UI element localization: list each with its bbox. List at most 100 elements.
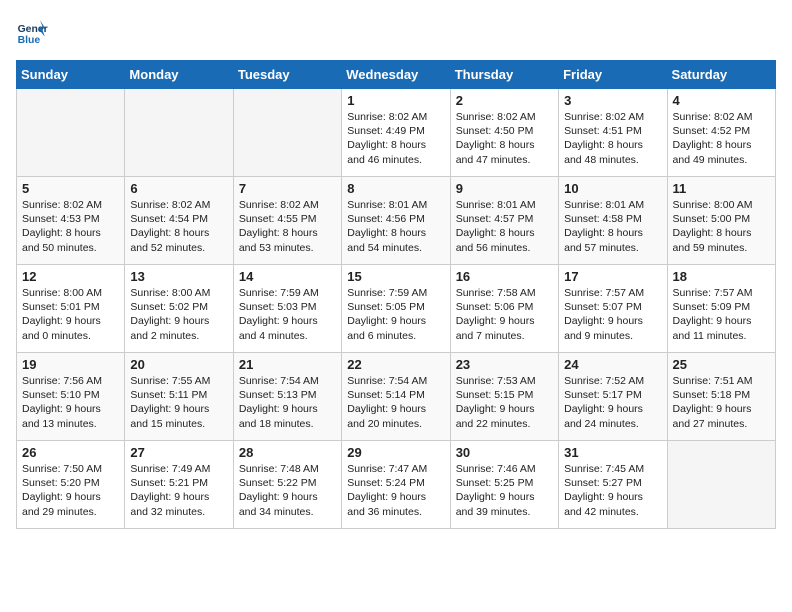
cell-info: Sunrise: 8:01 AMSunset: 4:57 PMDaylight:… <box>456 198 553 255</box>
weekday-header-tuesday: Tuesday <box>233 61 341 89</box>
calendar-cell: 27Sunrise: 7:49 AMSunset: 5:21 PMDayligh… <box>125 441 233 529</box>
cell-info: Sunrise: 7:50 AMSunset: 5:20 PMDaylight:… <box>22 462 119 519</box>
calendar-cell: 1 Sunrise: 8:02 AMSunset: 4:49 PMDaylight… <box>342 89 450 177</box>
calendar-week-row: 5 Sunrise: 8:02 AMSunset: 4:53 PMDaylight… <box>17 177 776 265</box>
calendar-table: SundayMondayTuesdayWednesdayThursdayFrid… <box>16 60 776 529</box>
calendar-cell: 24 Sunrise: 7:52 AMSunset: 5:17 PMDayligh… <box>559 353 667 441</box>
cell-info: Sunrise: 8:01 AMSunset: 4:58 PMDaylight:… <box>564 198 661 255</box>
day-number: 16 <box>456 269 553 284</box>
day-number: 12 <box>22 269 119 284</box>
calendar-cell: 19 Sunrise: 7:56 AMSunset: 5:10 PMDayligh… <box>17 353 125 441</box>
day-number: 25 <box>673 357 770 372</box>
calendar-cell: 29 Sunrise: 7:47 AMSunset: 5:24 PMDayligh… <box>342 441 450 529</box>
calendar-cell: 13 Sunrise: 8:00 AMSunset: 5:02 PMDayligh… <box>125 265 233 353</box>
cell-info: Sunrise: 8:00 AMSunset: 5:01 PMDaylight:… <box>22 286 119 343</box>
cell-info: Sunrise: 7:51 AMSunset: 5:18 PMDaylight:… <box>673 374 770 431</box>
cell-info: Sunrise: 8:02 AMSunset: 4:54 PMDaylight:… <box>130 198 227 255</box>
weekday-header-thursday: Thursday <box>450 61 558 89</box>
cell-info: Sunrise: 7:59 AMSunset: 5:05 PMDaylight:… <box>347 286 444 343</box>
calendar-cell: 20Sunrise: 7:55 AMSunset: 5:11 PMDayligh… <box>125 353 233 441</box>
day-number: 4 <box>673 93 770 108</box>
svg-text:Blue: Blue <box>18 35 41 46</box>
day-number: 3 <box>564 93 661 108</box>
calendar-cell: 15 Sunrise: 7:59 AMSunset: 5:05 PMDayligh… <box>342 265 450 353</box>
day-number: 13 <box>130 269 227 284</box>
weekday-header-row: SundayMondayTuesdayWednesdayThursdayFrid… <box>17 61 776 89</box>
logo: General Blue <box>16 16 52 48</box>
day-number: 15 <box>347 269 444 284</box>
cell-info: Sunrise: 8:02 AMSunset: 4:50 PMDaylight:… <box>456 110 553 167</box>
calendar-cell <box>667 441 775 529</box>
day-number: 11 <box>673 181 770 196</box>
calendar-cell: 5 Sunrise: 8:02 AMSunset: 4:53 PMDaylight… <box>17 177 125 265</box>
day-number: 31 <box>564 445 661 460</box>
day-number: 22 <box>347 357 444 372</box>
day-number: 2 <box>456 93 553 108</box>
cell-info: Sunrise: 7:56 AMSunset: 5:10 PMDaylight:… <box>22 374 119 431</box>
calendar-cell: 8 Sunrise: 8:01 AMSunset: 4:56 PMDaylight… <box>342 177 450 265</box>
day-number: 7 <box>239 181 336 196</box>
calendar-cell: 9 Sunrise: 8:01 AMSunset: 4:57 PMDaylight… <box>450 177 558 265</box>
calendar-cell: 18 Sunrise: 7:57 AMSunset: 5:09 PMDayligh… <box>667 265 775 353</box>
calendar-cell: 21 Sunrise: 7:54 AMSunset: 5:13 PMDayligh… <box>233 353 341 441</box>
day-number: 10 <box>564 181 661 196</box>
day-number: 6 <box>130 181 227 196</box>
day-number: 24 <box>564 357 661 372</box>
calendar-cell: 22 Sunrise: 7:54 AMSunset: 5:14 PMDayligh… <box>342 353 450 441</box>
day-number: 9 <box>456 181 553 196</box>
cell-info: Sunrise: 7:47 AMSunset: 5:24 PMDaylight:… <box>347 462 444 519</box>
calendar-cell: 10 Sunrise: 8:01 AMSunset: 4:58 PMDayligh… <box>559 177 667 265</box>
calendar-cell: 4Sunrise: 8:02 AMSunset: 4:52 PMDaylight… <box>667 89 775 177</box>
cell-info: Sunrise: 7:54 AMSunset: 5:14 PMDaylight:… <box>347 374 444 431</box>
day-number: 29 <box>347 445 444 460</box>
cell-info: Sunrise: 7:48 AMSunset: 5:22 PMDaylight:… <box>239 462 336 519</box>
day-number: 19 <box>22 357 119 372</box>
day-number: 23 <box>456 357 553 372</box>
cell-info: Sunrise: 8:00 AMSunset: 5:02 PMDaylight:… <box>130 286 227 343</box>
calendar-cell: 28 Sunrise: 7:48 AMSunset: 5:22 PMDayligh… <box>233 441 341 529</box>
calendar-week-row: 1 Sunrise: 8:02 AMSunset: 4:49 PMDaylight… <box>17 89 776 177</box>
calendar-cell: 3Sunrise: 8:02 AMSunset: 4:51 PMDaylight… <box>559 89 667 177</box>
calendar-week-row: 19 Sunrise: 7:56 AMSunset: 5:10 PMDayligh… <box>17 353 776 441</box>
calendar-cell: 6 Sunrise: 8:02 AMSunset: 4:54 PMDaylight… <box>125 177 233 265</box>
cell-info: Sunrise: 8:02 AMSunset: 4:53 PMDaylight:… <box>22 198 119 255</box>
day-number: 30 <box>456 445 553 460</box>
day-number: 5 <box>22 181 119 196</box>
calendar-cell: 12 Sunrise: 8:00 AMSunset: 5:01 PMDayligh… <box>17 265 125 353</box>
calendar-week-row: 26Sunrise: 7:50 AMSunset: 5:20 PMDayligh… <box>17 441 776 529</box>
cell-info: Sunrise: 7:52 AMSunset: 5:17 PMDaylight:… <box>564 374 661 431</box>
logo-icon: General Blue <box>16 16 48 48</box>
calendar-week-row: 12 Sunrise: 8:00 AMSunset: 5:01 PMDayligh… <box>17 265 776 353</box>
cell-info: Sunrise: 7:45 AMSunset: 5:27 PMDaylight:… <box>564 462 661 519</box>
day-number: 8 <box>347 181 444 196</box>
cell-info: Sunrise: 8:01 AMSunset: 4:56 PMDaylight:… <box>347 198 444 255</box>
day-number: 1 <box>347 93 444 108</box>
calendar-cell: 14Sunrise: 7:59 AMSunset: 5:03 PMDayligh… <box>233 265 341 353</box>
calendar-cell: 30 Sunrise: 7:46 AMSunset: 5:25 PMDayligh… <box>450 441 558 529</box>
weekday-header-monday: Monday <box>125 61 233 89</box>
calendar-cell: 7 Sunrise: 8:02 AMSunset: 4:55 PMDaylight… <box>233 177 341 265</box>
calendar-cell: 11 Sunrise: 8:00 AMSunset: 5:00 PMDayligh… <box>667 177 775 265</box>
calendar-cell: 25 Sunrise: 7:51 AMSunset: 5:18 PMDayligh… <box>667 353 775 441</box>
calendar-cell <box>233 89 341 177</box>
cell-info: Sunrise: 7:46 AMSunset: 5:25 PMDaylight:… <box>456 462 553 519</box>
cell-info: Sunrise: 7:57 AMSunset: 5:07 PMDaylight:… <box>564 286 661 343</box>
calendar-cell: 23 Sunrise: 7:53 AMSunset: 5:15 PMDayligh… <box>450 353 558 441</box>
weekday-header-saturday: Saturday <box>667 61 775 89</box>
calendar-cell: 2 Sunrise: 8:02 AMSunset: 4:50 PMDaylight… <box>450 89 558 177</box>
cell-info: Sunrise: 8:02 AMSunset: 4:55 PMDaylight:… <box>239 198 336 255</box>
calendar-cell: 16Sunrise: 7:58 AMSunset: 5:06 PMDayligh… <box>450 265 558 353</box>
day-number: 18 <box>673 269 770 284</box>
cell-info: Sunrise: 8:00 AMSunset: 5:00 PMDaylight:… <box>673 198 770 255</box>
cell-info: Sunrise: 7:55 AMSunset: 5:11 PMDaylight:… <box>130 374 227 431</box>
day-number: 21 <box>239 357 336 372</box>
calendar-cell: 26Sunrise: 7:50 AMSunset: 5:20 PMDayligh… <box>17 441 125 529</box>
calendar-cell <box>125 89 233 177</box>
cell-info: Sunrise: 8:02 AMSunset: 4:49 PMDaylight:… <box>347 110 444 167</box>
cell-info: Sunrise: 7:54 AMSunset: 5:13 PMDaylight:… <box>239 374 336 431</box>
day-number: 28 <box>239 445 336 460</box>
cell-info: Sunrise: 7:53 AMSunset: 5:15 PMDaylight:… <box>456 374 553 431</box>
weekday-header-sunday: Sunday <box>17 61 125 89</box>
cell-info: Sunrise: 7:57 AMSunset: 5:09 PMDaylight:… <box>673 286 770 343</box>
day-number: 14 <box>239 269 336 284</box>
